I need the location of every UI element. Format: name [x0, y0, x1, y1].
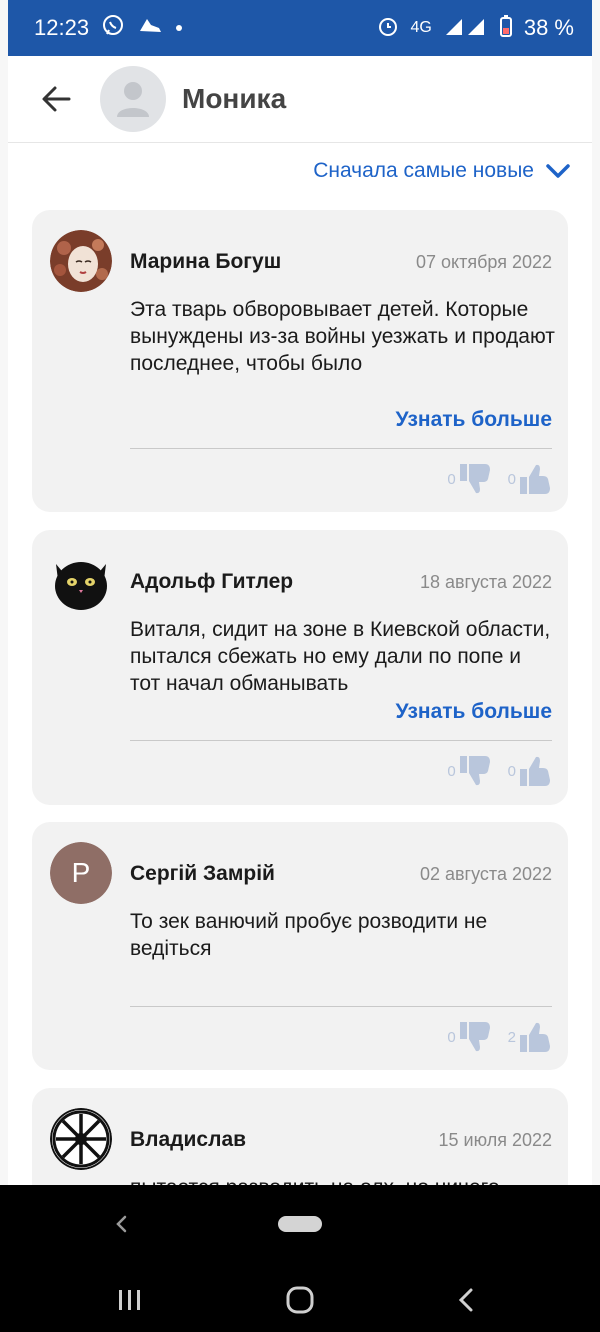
reviews-list: Сначала самые новые Марина Богуш 07 октя…: [8, 143, 592, 1185]
dislike-count: 0: [447, 1028, 456, 1046]
vote-bar: 0 2: [447, 1022, 552, 1052]
home-icon: [286, 1286, 314, 1314]
thumbs-up-icon: [520, 1022, 550, 1052]
like-button[interactable]: 0: [508, 756, 552, 786]
user-icon: [117, 82, 149, 117]
hide-keyboard-button[interactable]: [105, 1207, 137, 1241]
review-date: 02 августа 2022: [419, 864, 552, 884]
battery-icon: [499, 14, 512, 42]
read-more-link[interactable]: Узнать больше: [395, 408, 552, 432]
like-button[interactable]: 0: [508, 464, 552, 494]
sort-label: Сначала самые новые: [313, 159, 534, 182]
dislike-button[interactable]: 0: [447, 1022, 491, 1052]
review-text: Эта тварь обворовывает детей. Которые вы…: [130, 298, 555, 375]
chevron-left-icon: [116, 1215, 127, 1233]
review-author: Марина Богуш: [130, 250, 282, 273]
review-text: То зек ванючий пробує розводити не ведіт…: [130, 910, 488, 960]
review-author: Сергій Замрій: [130, 862, 275, 885]
avatar: [50, 230, 112, 292]
network-type: 4G: [410, 19, 432, 36]
signal-icon: [444, 16, 488, 41]
review-date: 07 октября 2022: [415, 252, 552, 272]
dot-icon: [175, 19, 183, 37]
review-author: Владислав: [130, 1128, 247, 1151]
thumbs-up-icon: [520, 756, 550, 786]
like-count: 2: [507, 1028, 516, 1046]
home-button[interactable]: [280, 1283, 320, 1317]
dislike-button[interactable]: 0: [447, 756, 491, 786]
like-button[interactable]: 2: [508, 1022, 552, 1052]
chevron-down-icon: [546, 164, 570, 178]
like-count: 0: [507, 762, 516, 780]
shoe-icon: [137, 15, 163, 42]
divider: [130, 740, 552, 741]
chevron-left-icon: [458, 1288, 473, 1312]
like-count: 0: [507, 470, 516, 488]
back-nav-button[interactable]: [448, 1283, 484, 1317]
recent-apps-icon: [119, 1290, 140, 1310]
profile-avatar: [100, 66, 166, 132]
vote-bar: 0 0: [447, 756, 552, 786]
keyboard-nav-bar: [0, 1185, 600, 1263]
thumbs-up-icon: [520, 464, 550, 494]
review-card: Адольф Гитлер 18 августа 2022 Виталя, си…: [32, 530, 568, 805]
thumbs-down-icon: [459, 1022, 490, 1052]
review-author: Адольф Гитлер: [130, 570, 294, 593]
review-card: Марина Богуш 07 октября 2022 Эта тварь о…: [32, 210, 568, 512]
back-button[interactable]: [26, 69, 86, 129]
avatar: [50, 1108, 112, 1170]
review-text: Виталя, сидит на зоне в Киевской области…: [130, 618, 551, 695]
sort-dropdown[interactable]: Сначала самые новые: [313, 159, 570, 183]
home-pill-button[interactable]: [276, 1213, 324, 1235]
vote-bar: 0 0: [447, 464, 552, 494]
dislike-count: 0: [447, 762, 456, 780]
divider: [130, 1006, 552, 1007]
viber-icon: [101, 14, 125, 43]
thumbs-down-icon: [459, 756, 490, 786]
alarm-icon: [377, 15, 399, 42]
review-card: P Сергій Замрій 02 августа 2022 То зек в…: [32, 822, 568, 1070]
status-time: 12:23: [34, 15, 90, 40]
recent-apps-button[interactable]: [110, 1283, 150, 1317]
dislike-button[interactable]: 0: [447, 464, 491, 494]
review-text: пытается разводить на олх, но ничего: [130, 1174, 555, 1185]
arrow-left-icon: [42, 86, 71, 112]
avatar: P: [50, 842, 112, 904]
app-bar: Моника: [8, 56, 592, 143]
divider: [130, 448, 552, 449]
dislike-count: 0: [447, 470, 456, 488]
review-date: 18 августа 2022: [419, 572, 552, 592]
avatar-initial: P: [50, 842, 112, 904]
system-nav-bar: [0, 1263, 600, 1332]
review-card: Владислав 15 июля 2022 пытается разводит…: [32, 1088, 568, 1185]
avatar: [50, 550, 112, 612]
review-date: 15 июля 2022: [438, 1130, 552, 1150]
home-pill-icon: [278, 1216, 322, 1232]
battery-percent: 38 %: [523, 15, 574, 40]
read-more-link[interactable]: Узнать больше: [395, 700, 552, 724]
page-title: Моника: [182, 83, 287, 114]
thumbs-down-icon: [459, 464, 490, 494]
status-bar: 12:23 4G 38 %: [8, 0, 592, 56]
